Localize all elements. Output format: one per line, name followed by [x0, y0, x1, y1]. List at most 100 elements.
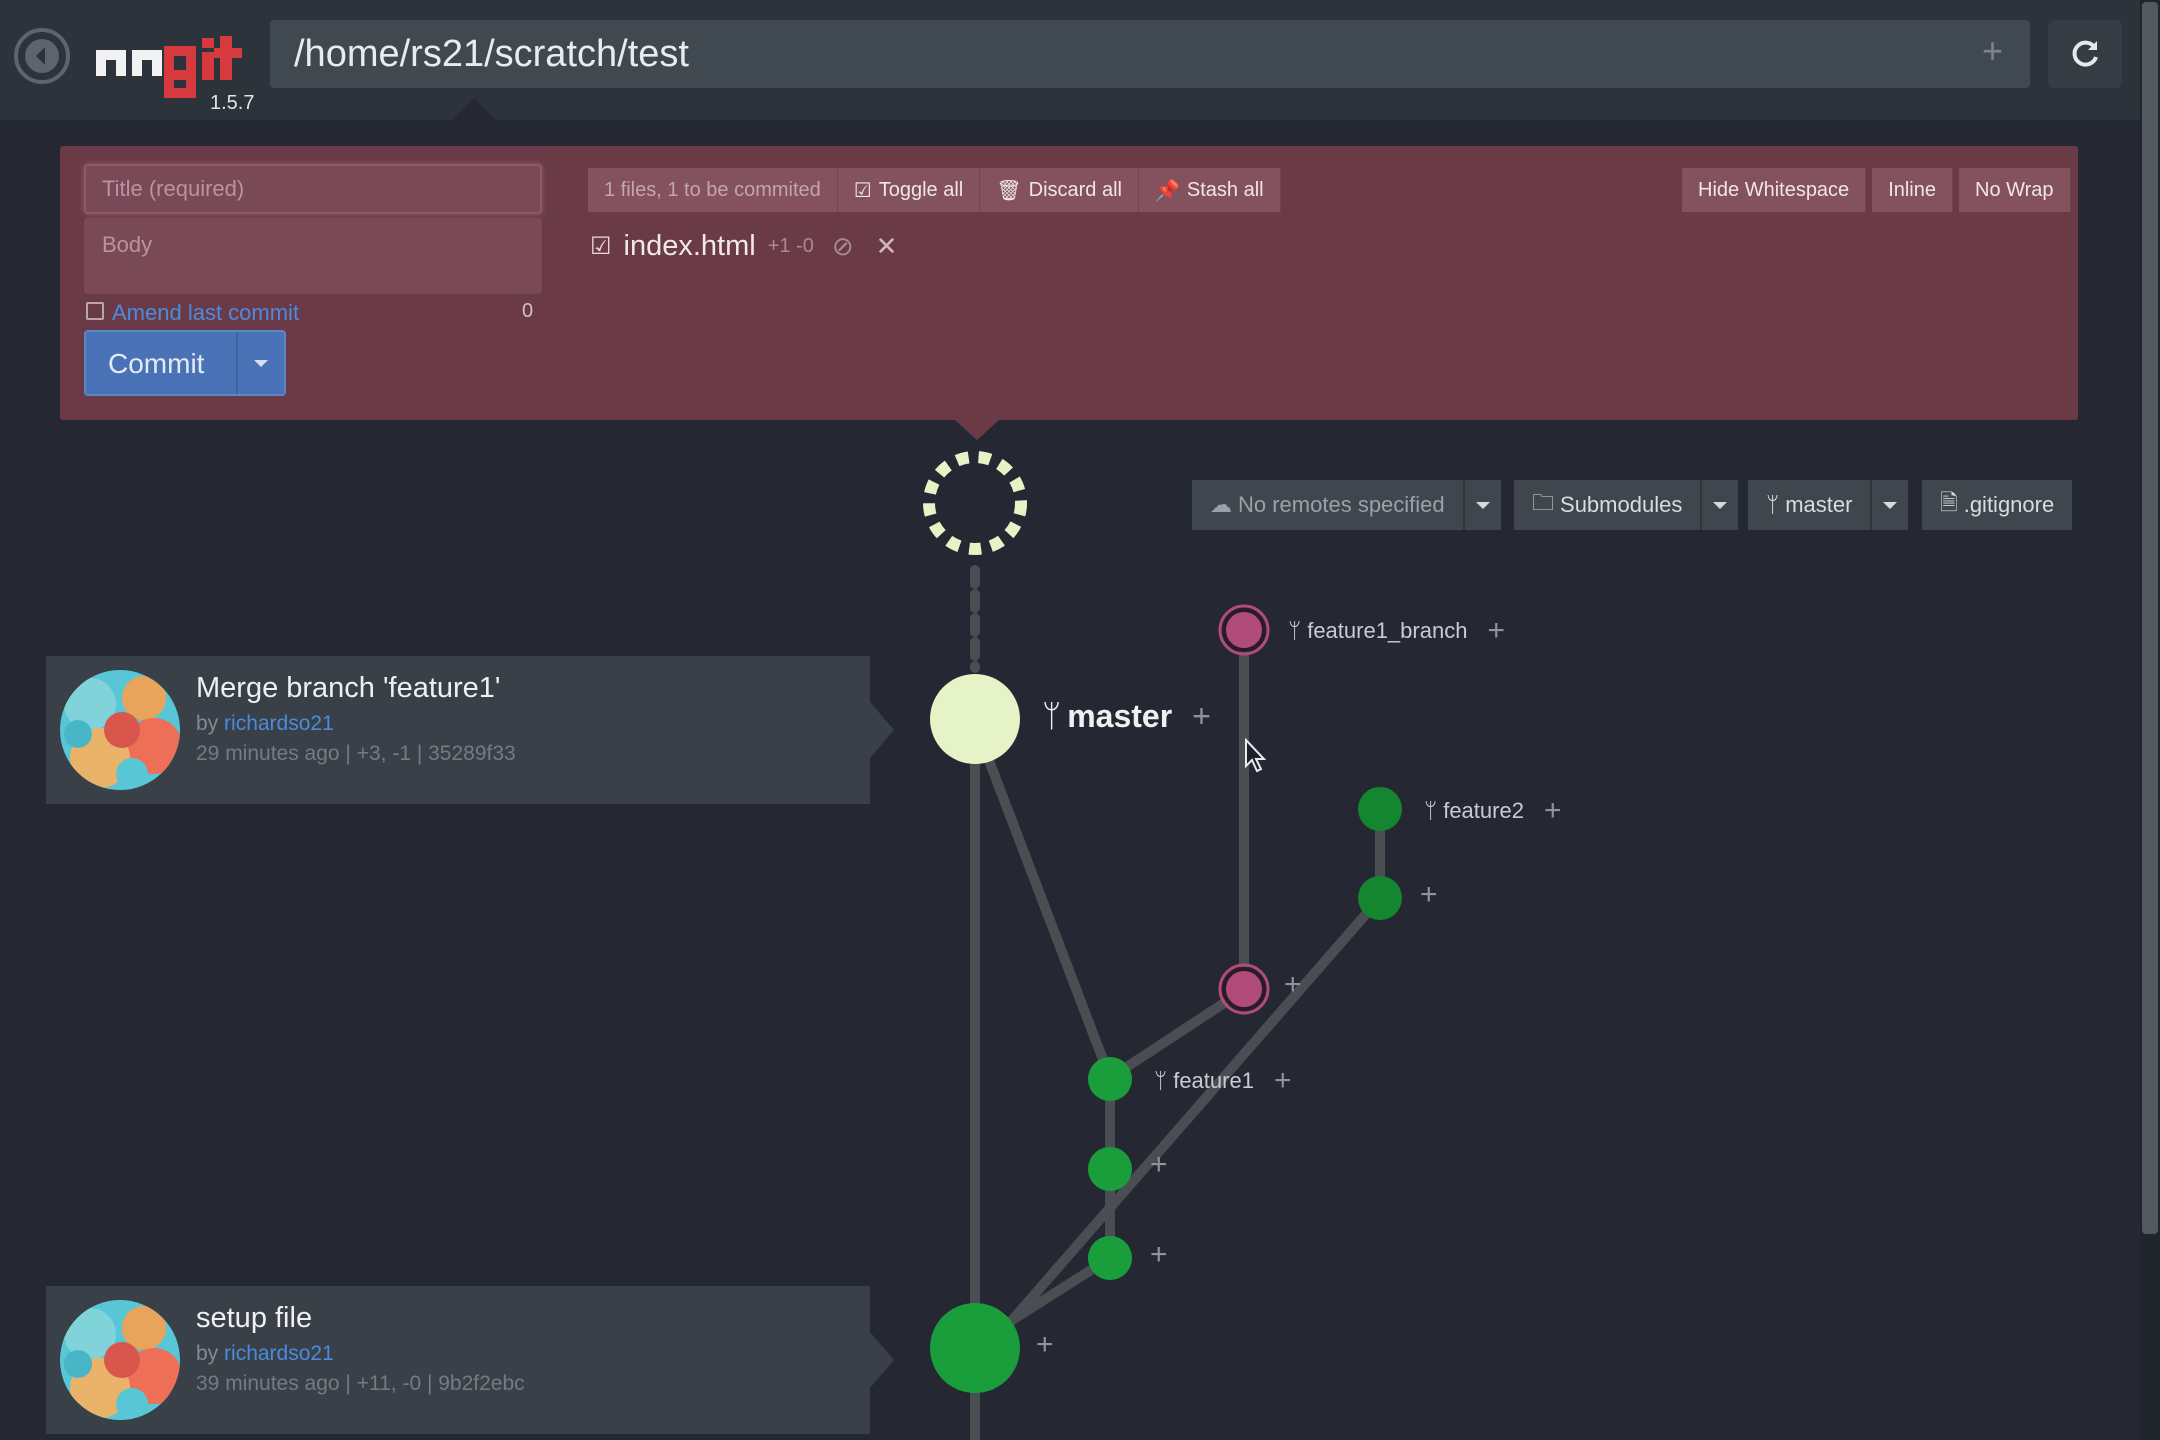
author-link[interactable]: richardso21 [224, 712, 334, 735]
close-icon[interactable]: ✕ [876, 231, 898, 262]
remotes-dropdown[interactable] [1462, 480, 1501, 530]
commit-title-input[interactable] [84, 164, 542, 214]
mouse-cursor-icon [1245, 738, 1267, 773]
trash-icon: 🗑 [996, 179, 1022, 202]
add-ref-icon[interactable]: + [1284, 968, 1302, 1002]
add-ref-icon[interactable]: + [1420, 878, 1438, 912]
inline-button[interactable]: Inline [1872, 168, 1953, 212]
ungit-logo[interactable] [94, 26, 254, 100]
submodules-button[interactable]: 🗀 Submodules [1514, 480, 1701, 530]
pin-icon: 📌 [1154, 179, 1180, 202]
gitignore-label: .gitignore [1963, 492, 2055, 517]
add-ref-icon[interactable]: + [1150, 1238, 1168, 1272]
commit-body-input[interactable] [84, 218, 542, 294]
version-label: 1.5.7 [210, 92, 255, 114]
back-button[interactable] [14, 28, 70, 84]
ref-label: feature1_branch [1307, 618, 1468, 643]
ref-label: feature2 [1443, 798, 1524, 823]
commit-node-setup[interactable] [930, 1303, 1020, 1393]
commit-meta: 39 minutes ago | +11, -0 | 9b2f2ebc [196, 1372, 525, 1395]
add-ref-icon[interactable]: + [1036, 1328, 1054, 1362]
caret-down-icon [1475, 501, 1490, 509]
ref-label: master [1067, 698, 1173, 734]
discard-all-button[interactable]: 🗑 Discard all [980, 168, 1139, 212]
remotes-button[interactable]: ☁ No remotes specified [1192, 480, 1463, 530]
arrow-left-icon [25, 39, 59, 73]
remotes-label: No remotes specified [1238, 492, 1445, 517]
no-wrap-button[interactable]: No Wrap [1959, 168, 2071, 212]
staging-summary: 1 files, 1 to be commited [588, 168, 838, 212]
branch-icon: ᛘ [1154, 1068, 1168, 1093]
staging-toolbar: 1 files, 1 to be commited ☑ Toggle all 🗑… [588, 168, 1281, 212]
diff-options: Hide Whitespace Inline No Wrap [1682, 168, 2071, 212]
toggle-all-button[interactable]: ☑ Toggle all [837, 168, 981, 212]
caret-down-icon [1713, 501, 1728, 509]
check-square-icon: ☑ [853, 179, 872, 202]
commit-dropdown-caret-icon[interactable] [254, 360, 268, 367]
file-diff-stat: +1 -0 [767, 234, 814, 257]
avatar [60, 1300, 180, 1420]
ref-feature1[interactable]: ᛘ feature1 + [1154, 1064, 1291, 1098]
add-ref-icon[interactable]: + [1544, 794, 1562, 828]
commit-node[interactable] [1088, 1147, 1132, 1191]
char-count: 0 [522, 300, 534, 322]
author-link[interactable]: richardso21 [224, 1342, 334, 1365]
add-ref-icon[interactable]: + [1150, 1148, 1168, 1182]
graph-edge [980, 745, 1115, 1083]
add-path-icon[interactable]: + [1982, 30, 2003, 72]
commit-node[interactable] [1358, 876, 1402, 920]
ref-feature2[interactable]: ᛘ feature2 + [1424, 794, 1561, 828]
header-bar: 1.5.7 + [0, 0, 2140, 120]
staging-panel: Amend last commit 0 Commit 1 files, 1 to… [60, 146, 2078, 420]
staging-pointer [955, 420, 999, 440]
refresh-button[interactable] [2048, 20, 2122, 88]
ban-icon[interactable]: ⊘ [832, 231, 854, 262]
add-ref-icon[interactable]: + [1487, 614, 1505, 648]
graph-edge [995, 893, 1385, 1339]
commit-title: Merge branch 'feature1' [196, 672, 501, 704]
file-name[interactable]: index.html [624, 230, 756, 263]
commit-button[interactable]: Commit [84, 330, 286, 396]
submodules-dropdown[interactable] [1700, 480, 1739, 530]
commit-button-divider [236, 332, 238, 394]
gitignore-button[interactable]: 🗎 .gitignore [1922, 480, 2073, 530]
branch-icon: ᛘ [1766, 492, 1780, 517]
toggle-all-label: Toggle all [878, 178, 964, 201]
folder-icon: 🗀 [1532, 490, 1555, 515]
hide-whitespace-button[interactable]: Hide Whitespace [1682, 168, 1867, 212]
commit-node[interactable] [1088, 1236, 1132, 1280]
amend-checkbox[interactable] [86, 302, 104, 320]
working-directory-node[interactable] [923, 451, 1027, 555]
branch-icon: ᛘ [1424, 798, 1438, 823]
ref-label: feature1 [1173, 1068, 1254, 1093]
card-pointer [870, 702, 894, 758]
gitignore-group: 🗎 .gitignore [1922, 480, 2073, 530]
commit-node-master[interactable] [930, 674, 1020, 764]
stash-all-label: Stash all [1186, 178, 1264, 201]
commit-node-feature2[interactable] [1358, 787, 1402, 831]
commit-card[interactable]: setup file by richardso21 39 minutes ago… [46, 1286, 894, 1434]
branch-dropdown[interactable] [1870, 480, 1909, 530]
check-square-icon[interactable]: ☑ [590, 232, 612, 261]
commit-title: setup file [196, 1302, 313, 1334]
commit-node-feature1-branch-base[interactable] [1222, 967, 1266, 1011]
scrollbar-thumb[interactable] [2142, 2, 2158, 1234]
commit-node-feature1[interactable] [1088, 1057, 1132, 1101]
ref-feature1-branch[interactable]: ᛘ feature1_branch + [1288, 614, 1505, 648]
staged-file-row[interactable]: ☑ index.html +1 -0 ⊘ ✕ [590, 224, 897, 268]
commit-card[interactable]: Merge branch 'feature1' by richardso21 2… [46, 656, 894, 804]
avatar [60, 670, 180, 790]
add-ref-icon[interactable]: + [1274, 1064, 1292, 1098]
commit-node-feature1-branch[interactable] [1222, 608, 1266, 652]
ref-master[interactable]: ᛘ master + [1042, 698, 1211, 735]
cloud-upload-icon: ☁ [1210, 492, 1232, 517]
add-ref-icon[interactable]: + [1192, 698, 1211, 735]
commit-meta: 29 minutes ago | +3, -1 | 35289f33 [196, 742, 516, 765]
header-pointer [452, 98, 496, 120]
repo-path-input[interactable] [270, 20, 2030, 88]
branch-label: master [1785, 492, 1853, 517]
stash-all-button[interactable]: 📌 Stash all [1138, 168, 1281, 212]
amend-label[interactable]: Amend last commit [112, 300, 299, 326]
branch-button[interactable]: ᛘ master [1748, 480, 1871, 530]
submodules-label: Submodules [1560, 492, 1683, 517]
